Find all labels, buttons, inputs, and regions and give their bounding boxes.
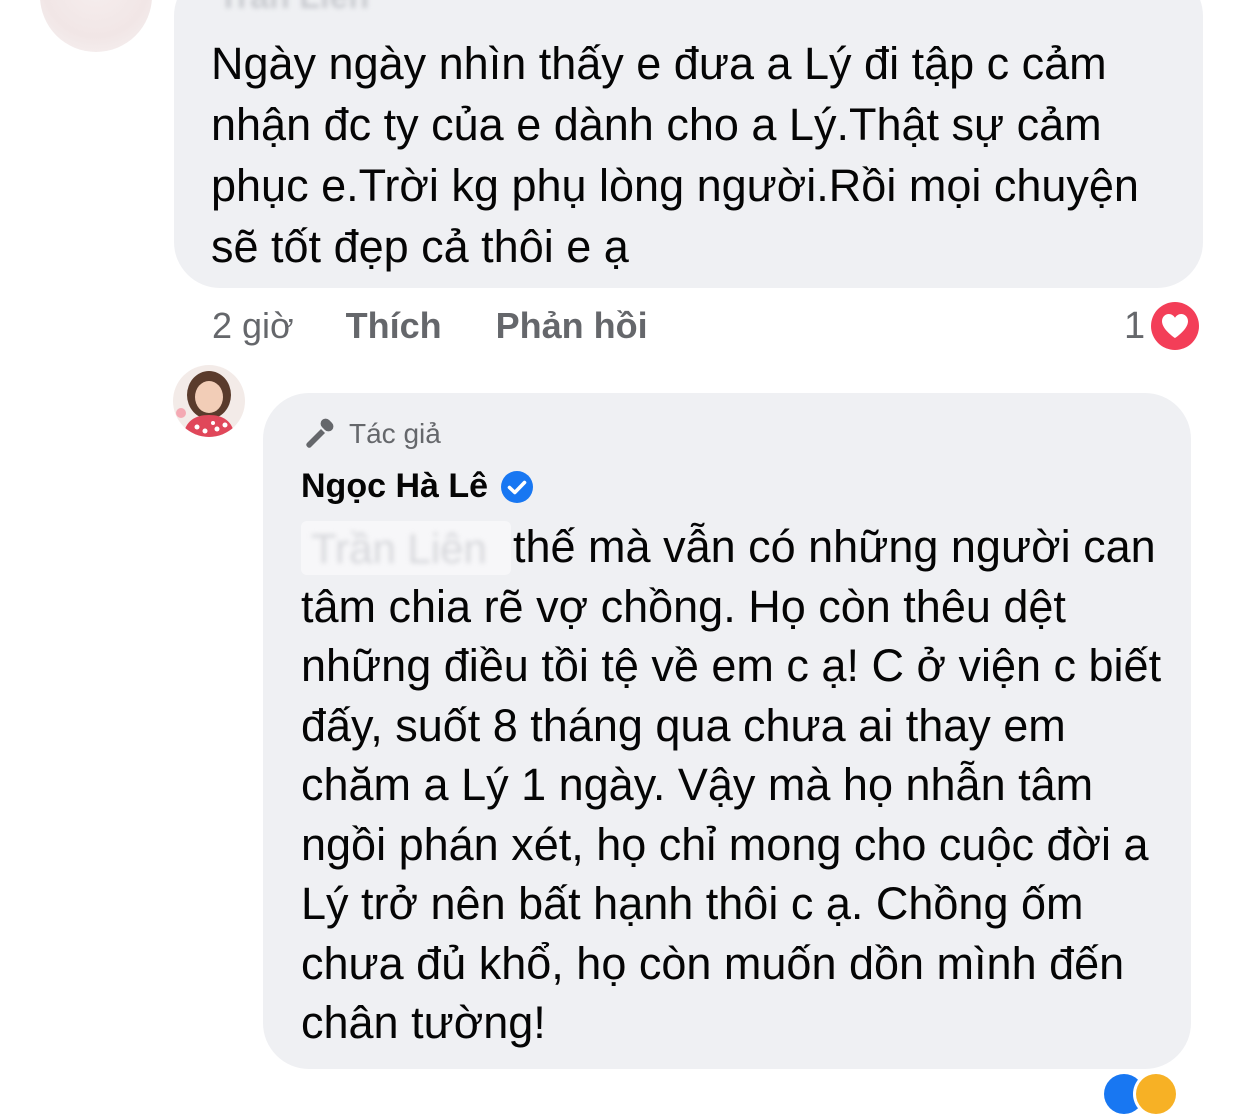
reply-author-name[interactable]: Ngọc Hà Lê [301,467,488,506]
author-avatar[interactable] [173,365,245,437]
reply-reactions[interactable] [1104,1074,1176,1114]
heart-icon [1151,302,1200,350]
author-tag-label: Tác giả [349,418,441,449]
haha-reaction-icon [1136,1074,1176,1114]
like-button[interactable]: Thích [346,305,442,347]
commenter-avatar[interactable] [40,0,152,52]
comment-text: Ngày ngày nhìn thấy e đưa a Lý đi tập c … [211,38,1139,272]
comment-actions: 2 giờ Thích Phản hồi [212,300,648,352]
reply-author-name-row: Ngọc Hà Lê [301,467,534,506]
commenter-name[interactable]: Trần Liên [218,0,369,17]
comment-timestamp[interactable]: 2 giờ [212,305,294,347]
verified-badge-icon [500,470,534,504]
comment-bubble: Trần Liên Ngày ngày nhìn thấy e đưa a Lý… [174,0,1203,288]
microphone-icon [303,417,339,451]
author-badge: Tác giả [303,417,441,451]
reply-bubble: Tác giả Ngọc Hà Lê Trần Liên thế mà vẫn … [263,393,1191,1069]
reaction-count: 1 [1124,304,1146,347]
reaction-summary[interactable]: 1 [1124,300,1200,352]
reply-button[interactable]: Phản hồi [496,305,648,347]
reply-text: thế mà vẫn có những người can tâm chia r… [301,521,1162,1048]
